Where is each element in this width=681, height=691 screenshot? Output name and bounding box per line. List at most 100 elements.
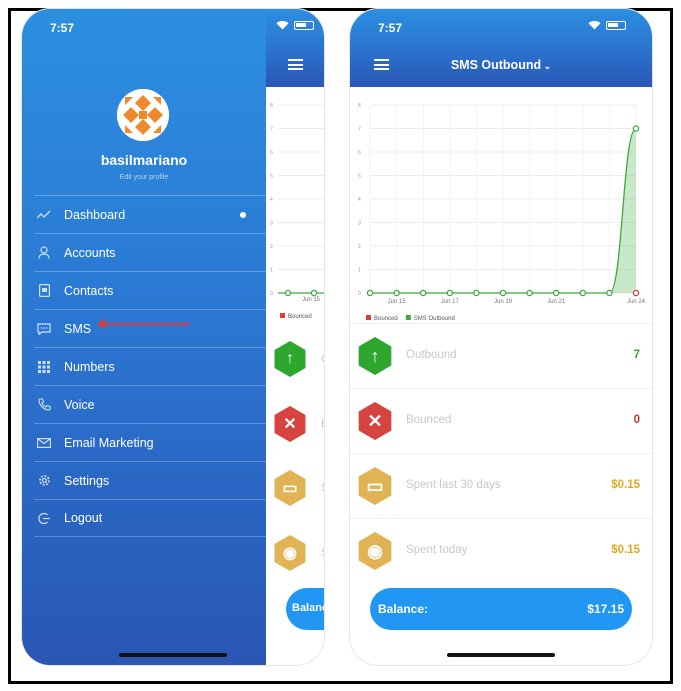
behind-y-tick: 1	[270, 268, 273, 274]
behind-chart: 0 1 2 3 4 5 6 7 8	[270, 103, 324, 297]
trend-icon	[36, 207, 52, 223]
stat-label: Outbound	[406, 349, 457, 361]
x-tick-label: Jun 19	[494, 299, 513, 305]
stat-label: Spent today	[406, 544, 468, 556]
behind-y-tick: 8	[270, 103, 273, 109]
menu-item-contacts[interactable]: Contacts	[34, 271, 266, 309]
legend-label: Bounced	[374, 316, 398, 322]
home-indicator	[447, 653, 555, 657]
behind-y-tick: 0	[270, 291, 273, 297]
stat-value: $0.15	[611, 544, 640, 556]
menu-icon[interactable]	[288, 59, 303, 70]
behind-y-tick: 6	[270, 150, 273, 156]
menu-item-label: Voice	[64, 397, 95, 412]
behind-data-point	[284, 289, 292, 297]
y-tick-label: 8	[358, 103, 361, 109]
left-phone: 0 1 2 3 4 5 6 7 8 Jun 15 Bounced ↑ O ✕ B ▭ S ◉ S…	[22, 9, 324, 665]
menu-item-accounts[interactable]: Accounts	[34, 233, 266, 271]
card-icon: ▭	[358, 467, 392, 505]
status-time: 7:57	[50, 21, 75, 35]
wifi-icon	[276, 20, 289, 30]
x-icon: ✕	[358, 402, 392, 440]
stat-row-bounced[interactable]: ✕ Bounced 0	[350, 388, 652, 453]
cash-icon: ◉	[358, 532, 392, 570]
status-icons	[276, 20, 314, 30]
data-point-sms-outbound	[632, 125, 640, 132]
menu-item-label: Numbers	[64, 359, 115, 374]
active-indicator	[240, 212, 246, 218]
data-point-sms-outbound	[366, 289, 374, 297]
battery-icon	[294, 20, 314, 30]
menu-item-sms[interactable]: SMS	[34, 309, 266, 347]
data-point-sms-outbound	[552, 289, 560, 297]
menu-item-label: Dashboard	[64, 207, 126, 222]
stat-label: Bounced	[406, 414, 452, 426]
contacts-icon	[36, 283, 52, 299]
y-tick-label: 2	[358, 244, 361, 250]
data-point-sms-outbound	[419, 289, 427, 297]
menu-item-dashboard[interactable]: Dashboard	[34, 195, 266, 233]
data-point-sms-outbound	[499, 289, 507, 297]
behind-row-letter: S	[321, 547, 324, 559]
behind-cash-icon: ◉	[274, 535, 306, 571]
x-tick-label: Jun 21	[547, 299, 566, 305]
behind-y-tick: 3	[270, 221, 273, 227]
menu-item-label: Accounts	[64, 245, 116, 260]
page-title: SMS Outbound	[450, 58, 542, 72]
y-tick-label: 6	[358, 150, 361, 156]
behind-legend: Bounced	[280, 313, 312, 320]
menu-item-settings[interactable]: Settings	[34, 461, 266, 499]
balance-value: $17.15	[587, 602, 624, 616]
profile-username[interactable]: basilmariano	[22, 152, 266, 168]
data-point-bounced	[632, 289, 640, 297]
stat-row-outbound[interactable]: ↑ Outbound 7	[350, 323, 652, 388]
app-header: 7:57 SMS Outbound ⌄	[350, 9, 652, 87]
battery-icon	[606, 20, 626, 30]
menu-item-email-marketing[interactable]: Email Marketing	[34, 423, 266, 461]
stat-row-spent-30-days[interactable]: ▭ Spent last 30 days $0.15	[350, 453, 652, 518]
behind-row-letter: O	[321, 353, 324, 365]
x-tick-label: Jun 24	[627, 299, 646, 305]
menu-item-label: Settings	[64, 473, 110, 488]
balance-label: Balance:	[378, 602, 429, 616]
data-point-sms-outbound	[579, 289, 587, 297]
avatar[interactable]	[117, 89, 169, 141]
avatar-pattern-icon	[117, 89, 169, 141]
data-point-sms-outbound	[446, 289, 454, 297]
behind-y-tick: 4	[270, 197, 273, 203]
behind-balance-button[interactable]: Balance	[286, 588, 324, 630]
legend-label: SMS Outbound	[414, 316, 455, 322]
behind-row-letter: S	[321, 482, 324, 494]
data-point-sms-outbound	[526, 289, 533, 297]
status-time: 7:57	[378, 21, 403, 35]
y-tick-label: 0	[358, 291, 361, 297]
data-point-sms-outbound	[473, 289, 480, 297]
edit-profile-link[interactable]: Edit your profile	[22, 174, 266, 181]
behind-y-tick: 7	[270, 127, 273, 133]
legend-swatch	[405, 315, 411, 320]
dashboard-header	[266, 9, 324, 87]
status-bar: 7:57	[22, 9, 266, 49]
behind-card-icon: ▭	[274, 470, 306, 506]
x-tick-label: Jun 15	[388, 299, 407, 305]
data-point-sms-outbound	[606, 289, 613, 297]
menu-item-logout[interactable]: Logout	[34, 499, 266, 537]
menu-item-voice[interactable]: Voice	[34, 385, 266, 423]
page-title-dropdown[interactable]: SMS Outbound ⌄	[350, 58, 652, 72]
behind-outbound-icon: ↑	[274, 341, 306, 377]
behind-data-point	[310, 289, 318, 297]
menu-item-label: Contacts	[64, 283, 114, 298]
legend-swatch	[366, 315, 371, 320]
menu-item-numbers[interactable]: Numbers	[34, 347, 266, 385]
right-phone: 7:57 SMS Outbound ⌄ 0 1 2 3 4 5 6 7 8 Jun 15 Jun 1…	[350, 9, 652, 665]
arrow-up-icon: ↑	[358, 337, 392, 375]
home-indicator	[119, 653, 227, 657]
stat-row-spent-today[interactable]: ◉ Spent today $0.15	[350, 518, 652, 583]
behind-y-tick: 2	[270, 244, 273, 250]
chat-icon	[36, 321, 52, 337]
phone-icon	[36, 397, 52, 413]
sms-chart: 0 1 2 3 4 5 6 7 8 Jun 15 Jun 17 Jun 19 Jun 21 Jun 24 B…	[350, 87, 652, 323]
red-annotation-arrow	[97, 319, 190, 329]
menu-item-label: Logout	[64, 511, 103, 525]
balance-button[interactable]: Balance: $17.15	[370, 588, 632, 630]
